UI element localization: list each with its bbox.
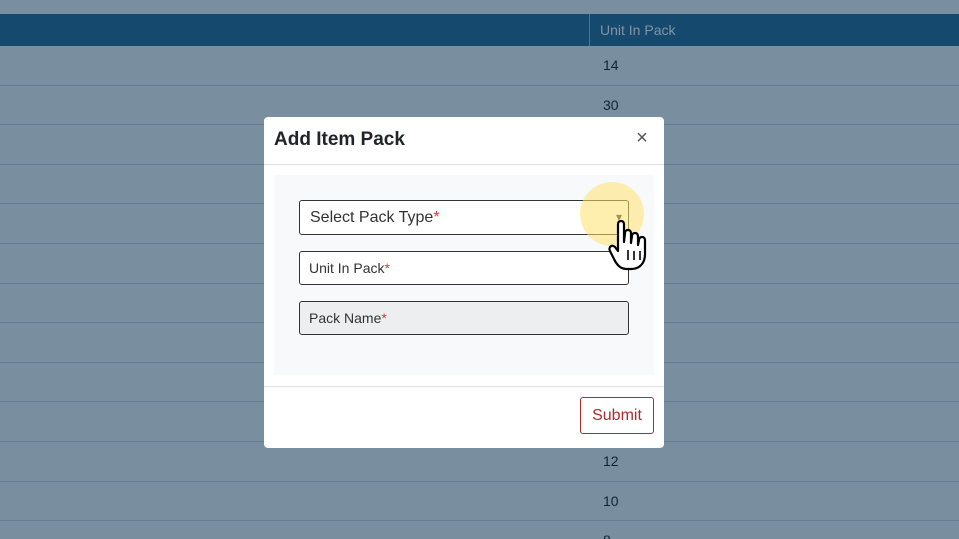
- required-mark: *: [433, 209, 440, 226]
- modal-footer: Submit: [264, 386, 664, 448]
- modal-title: Add Item Pack: [274, 129, 405, 150]
- pack-type-placeholder: Select Pack Type: [310, 209, 434, 226]
- submit-button[interactable]: Submit: [580, 397, 654, 434]
- pack-name-placeholder: Pack Name: [309, 310, 382, 326]
- modal-header: Add Item Pack ×: [264, 117, 664, 165]
- close-icon[interactable]: ×: [634, 128, 650, 148]
- required-mark: *: [381, 310, 387, 326]
- pack-name-input[interactable]: Pack Name*: [299, 301, 629, 335]
- required-mark: *: [384, 260, 390, 276]
- hand-pointer-icon: [608, 219, 647, 271]
- unit-in-pack-placeholder: Unit In Pack: [309, 260, 385, 276]
- add-item-pack-modal: Add Item Pack × Select Pack Type* ▾ Unit…: [264, 117, 664, 448]
- unit-in-pack-input[interactable]: Unit In Pack*: [299, 251, 629, 285]
